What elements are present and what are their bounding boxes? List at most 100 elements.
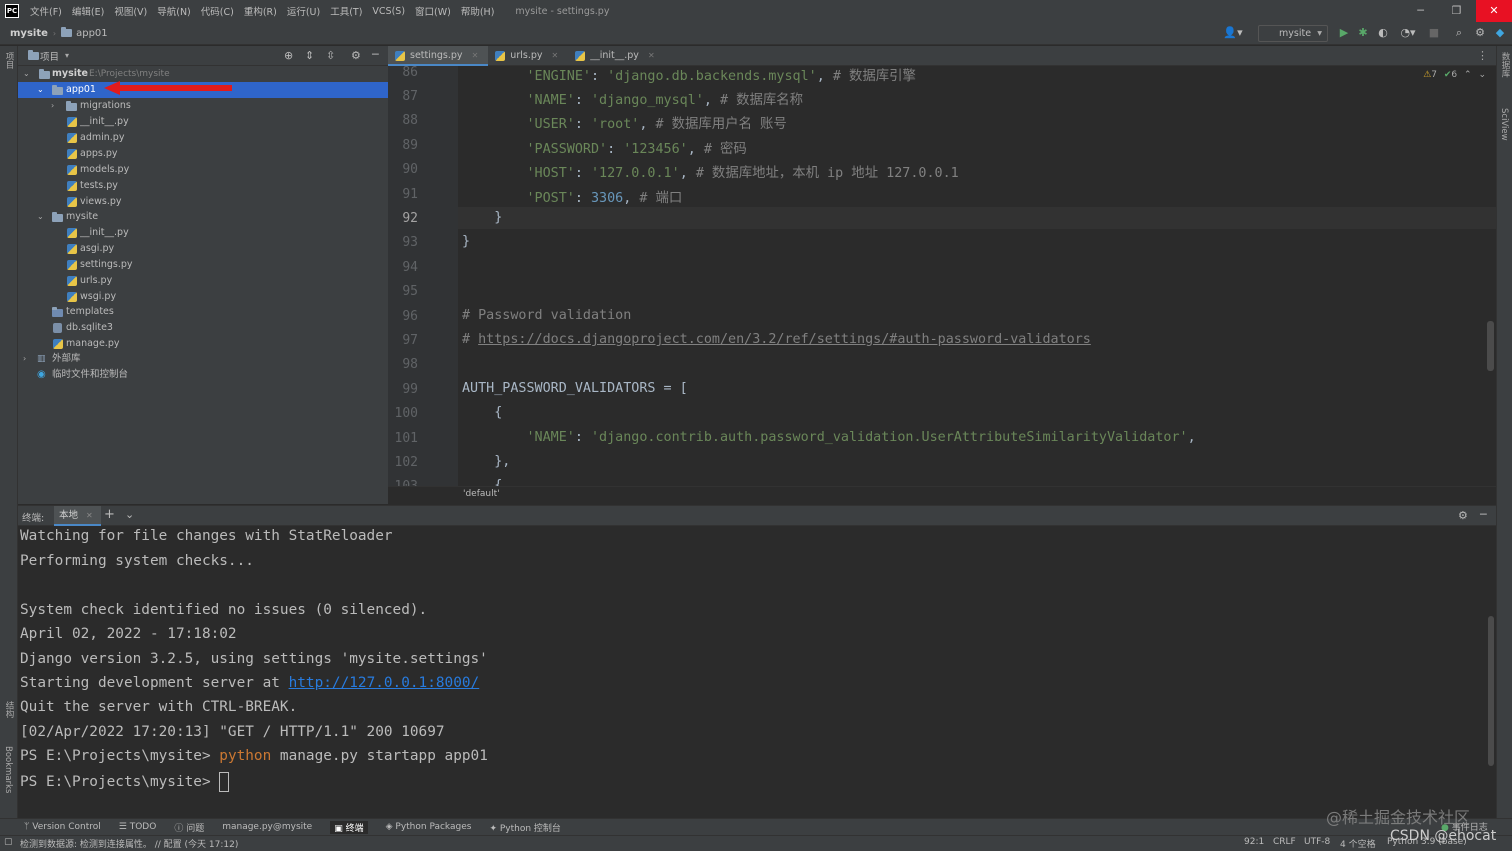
menu-view[interactable]: 视图(V): [109, 4, 152, 18]
search-icon[interactable]: ⌕: [1452, 26, 1466, 40]
tab-close-icon[interactable]: ✕: [86, 511, 93, 520]
menu-window[interactable]: 窗口(W): [410, 4, 456, 18]
project-tool-button[interactable]: 项目: [3, 52, 15, 69]
expand-all-icon[interactable]: ⇕: [305, 49, 314, 62]
tool-manage-py[interactable]: manage.py@mysite: [222, 822, 312, 832]
locate-icon[interactable]: ⊕: [284, 49, 293, 62]
run-icon[interactable]: ▶: [1337, 26, 1351, 40]
tree-item-admin[interactable]: admin.py: [18, 130, 388, 146]
tree-item-asgi[interactable]: asgi.py: [18, 241, 388, 257]
tree-item-mysite-package[interactable]: ⌄ mysite: [18, 209, 388, 225]
tree-item-external-libraries[interactable]: › ▥ 外部库: [18, 351, 388, 367]
chevron-down-icon[interactable]: ⌄: [23, 66, 30, 82]
tree-item-templates[interactable]: templates: [18, 304, 388, 320]
bookmarks-tool-button[interactable]: Bookmarks: [3, 746, 13, 794]
run-config-select[interactable]: mysite: [1258, 25, 1328, 42]
tree-item-apps[interactable]: apps.py: [18, 146, 388, 162]
python-file-icon: [53, 339, 63, 349]
chevron-down-icon[interactable]: ⌄: [37, 209, 44, 225]
hide-terminal-icon[interactable]: ─: [1480, 508, 1487, 521]
collapse-all-icon[interactable]: ⇳: [326, 49, 335, 62]
tree-item-urls[interactable]: urls.py: [18, 273, 388, 289]
inspection-widget[interactable]: ⚠7 ✔6 ⌃ ⌄: [1423, 70, 1486, 80]
tree-item-views[interactable]: views.py: [18, 194, 388, 210]
chevron-right-icon[interactable]: ›: [51, 98, 54, 114]
terminal-scrollbar[interactable]: [1488, 616, 1494, 766]
tool-terminal[interactable]: ▣ 终端: [330, 820, 368, 834]
view-dropdown-icon[interactable]: ▾: [65, 51, 69, 60]
terminal-settings-gear-icon[interactable]: ⚙: [1458, 509, 1468, 522]
docs-link[interactable]: https://docs.djangoproject.com/en/3.2/re…: [478, 332, 1091, 347]
cursor-position[interactable]: 92:1: [1244, 837, 1264, 847]
minimize-icon[interactable]: ─: [1402, 0, 1439, 22]
terminal-tab-local[interactable]: 本地 ✕: [54, 506, 101, 526]
debug-icon[interactable]: ✱: [1356, 26, 1370, 40]
stop-icon[interactable]: ■: [1427, 26, 1441, 40]
new-tab-plus-icon[interactable]: +: [104, 507, 115, 522]
chevron-down-icon[interactable]: ⌄: [1478, 70, 1486, 80]
restore-icon[interactable]: ❐: [1438, 0, 1475, 22]
breadcrumb-folder[interactable]: app01: [76, 28, 108, 39]
terminal-output[interactable]: Watching for file changes with StatReloa…: [18, 526, 1496, 818]
tab-close-icon[interactable]: ✕: [472, 51, 479, 60]
database-tool-button[interactable]: 数据库: [1499, 52, 1511, 78]
coverage-icon[interactable]: ◐: [1376, 26, 1390, 40]
profile-icon[interactable]: ◔▾: [1396, 26, 1420, 40]
settings-gear-icon[interactable]: ⚙: [1473, 26, 1487, 40]
menu-vcs[interactable]: VCS(S): [367, 6, 410, 17]
menu-run[interactable]: 运行(U): [282, 4, 325, 18]
menu-navigate[interactable]: 导航(N): [152, 4, 196, 18]
tool-problems[interactable]: ⓘ 问题: [174, 821, 204, 834]
tree-item-models[interactable]: models.py: [18, 162, 388, 178]
terminal-prompt-line[interactable]: PS E:\Projects\mysite>: [20, 772, 230, 792]
menu-refactor[interactable]: 重构(R): [239, 4, 282, 18]
menu-tools[interactable]: 工具(T): [325, 4, 367, 18]
tree-item-db-sqlite3[interactable]: db.sqlite3: [18, 320, 388, 336]
user-icon[interactable]: 👤▾: [1222, 26, 1244, 40]
tool-python-packages[interactable]: ◈ Python Packages: [386, 822, 472, 832]
chevron-up-icon[interactable]: ⌃: [1464, 70, 1472, 80]
tree-item-manage[interactable]: manage.py: [18, 336, 388, 352]
more-tabs-icon[interactable]: ⋮: [1477, 49, 1488, 62]
tree-item-tests[interactable]: tests.py: [18, 178, 388, 194]
file-encoding[interactable]: UTF-8: [1304, 837, 1330, 847]
line-separator[interactable]: CRLF: [1273, 837, 1296, 847]
chevron-down-icon[interactable]: ⌄: [37, 82, 44, 98]
tree-item-scratches[interactable]: ◉ 临时文件和控制台: [18, 367, 388, 383]
chevron-down-icon[interactable]: ⌄: [125, 508, 134, 521]
code-editor[interactable]: 86 87 88 89 90 91 92 93 94 95 96 97 98 9…: [388, 66, 1496, 486]
sciview-tool-button[interactable]: SciView: [1499, 108, 1509, 141]
menu-help[interactable]: 帮助(H): [456, 4, 500, 18]
hide-panel-icon[interactable]: ─: [372, 48, 379, 61]
layout-toggle-icon[interactable]: ▢: [4, 837, 13, 847]
server-url-link[interactable]: http://127.0.0.1:8000/: [289, 675, 480, 691]
tab-init-py[interactable]: __init__.py ✕: [568, 46, 664, 66]
tool-todo[interactable]: ☰ TODO: [119, 822, 157, 832]
tab-close-icon[interactable]: ✕: [552, 51, 559, 60]
tree-item-settings[interactable]: settings.py: [18, 257, 388, 273]
tool-version-control[interactable]: ᛘ Version Control: [24, 822, 101, 832]
editor-scrollbar[interactable]: [1487, 321, 1494, 371]
update-icon[interactable]: ◆: [1493, 26, 1507, 40]
tree-item-mysite-root[interactable]: ⌄ mysite E:\Projects\mysite: [18, 66, 388, 82]
tool-python-console[interactable]: ✦ Python 控制台: [489, 821, 560, 834]
tree-item-mysite-init[interactable]: __init__.py: [18, 225, 388, 241]
project-panel-title[interactable]: 项目: [40, 49, 59, 63]
close-icon[interactable]: ✕: [1476, 0, 1512, 22]
structure-tool-button[interactable]: 结构: [3, 701, 15, 718]
tree-item-app01-init[interactable]: __init__.py: [18, 114, 388, 130]
menu-code[interactable]: 代码(C): [196, 4, 239, 18]
panel-settings-gear-icon[interactable]: ⚙: [351, 49, 361, 62]
menu-edit[interactable]: 编辑(E): [67, 4, 109, 18]
code-context-hint[interactable]: 'default': [463, 489, 500, 499]
tab-settings-py[interactable]: settings.py ✕: [388, 46, 489, 66]
indent-setting[interactable]: 4 个空格: [1340, 837, 1376, 850]
tree-item-migrations[interactable]: › migrations: [18, 98, 388, 114]
chevron-right-icon[interactable]: ›: [23, 351, 26, 367]
tree-item-wsgi[interactable]: wsgi.py: [18, 289, 388, 305]
tab-urls-py[interactable]: urls.py ✕: [488, 46, 568, 66]
status-message[interactable]: 检测到数据源: 检测到连接属性。 // 配置 (今天 17:12): [20, 837, 238, 850]
menu-file[interactable]: 文件(F): [25, 4, 67, 18]
tab-close-icon[interactable]: ✕: [648, 51, 655, 60]
breadcrumb-project[interactable]: mysite: [10, 28, 48, 39]
